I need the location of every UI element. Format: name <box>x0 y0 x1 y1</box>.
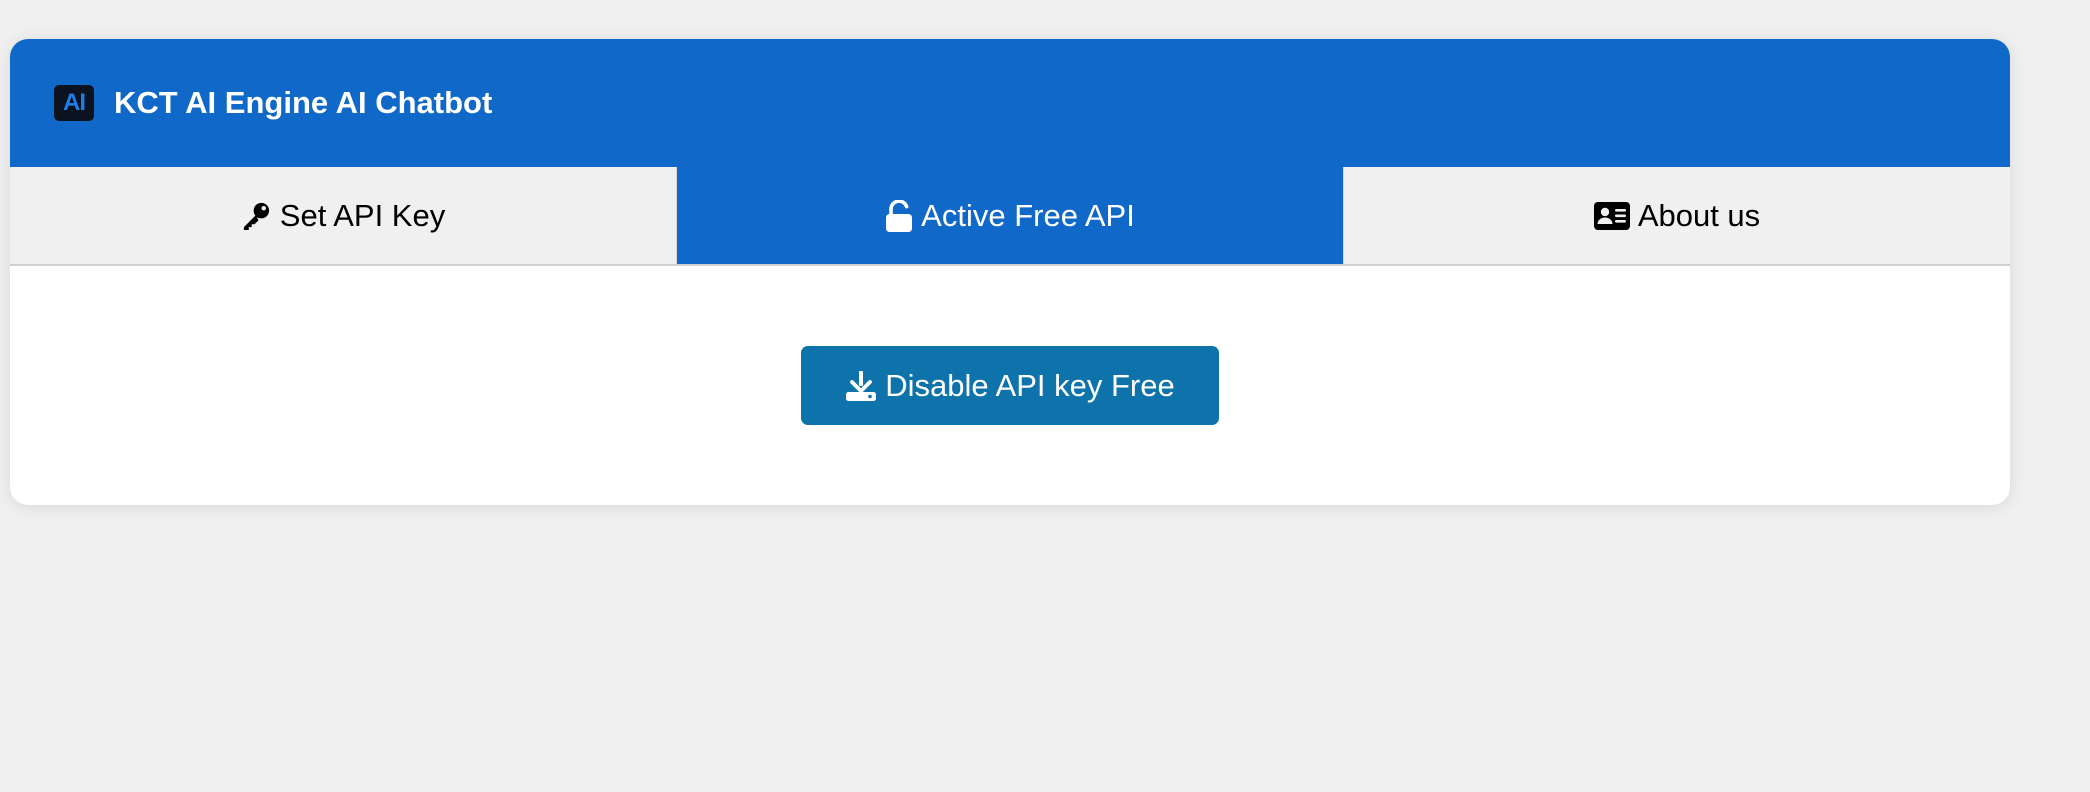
tab-bar: Set API Key Active Free API About us <box>10 167 2010 266</box>
unlock-icon <box>885 199 913 232</box>
tab-active-free-api[interactable]: Active Free API <box>677 167 1344 264</box>
tab-content: Disable API key Free <box>10 266 2010 505</box>
tab-label: Set API Key <box>279 197 446 233</box>
chatbot-settings-panel: AI KCT AI Engine AI Chatbot Set API Key … <box>10 39 2010 505</box>
tab-set-api-key[interactable]: Set API Key <box>10 167 677 264</box>
download-icon <box>845 370 877 402</box>
tab-label: Active Free API <box>921 197 1135 233</box>
tab-label: About us <box>1637 197 1761 233</box>
app-title: KCT AI Engine AI Chatbot <box>114 85 493 120</box>
key-icon <box>241 200 272 231</box>
id-card-icon <box>1593 201 1630 230</box>
disable-api-key-button[interactable]: Disable API key Free <box>801 346 1219 425</box>
tab-about-us[interactable]: About us <box>1344 167 2010 264</box>
panel-header: AI KCT AI Engine AI Chatbot <box>10 39 2010 167</box>
button-label: Disable API key Free <box>885 367 1175 403</box>
app-logo: AI <box>54 85 94 121</box>
